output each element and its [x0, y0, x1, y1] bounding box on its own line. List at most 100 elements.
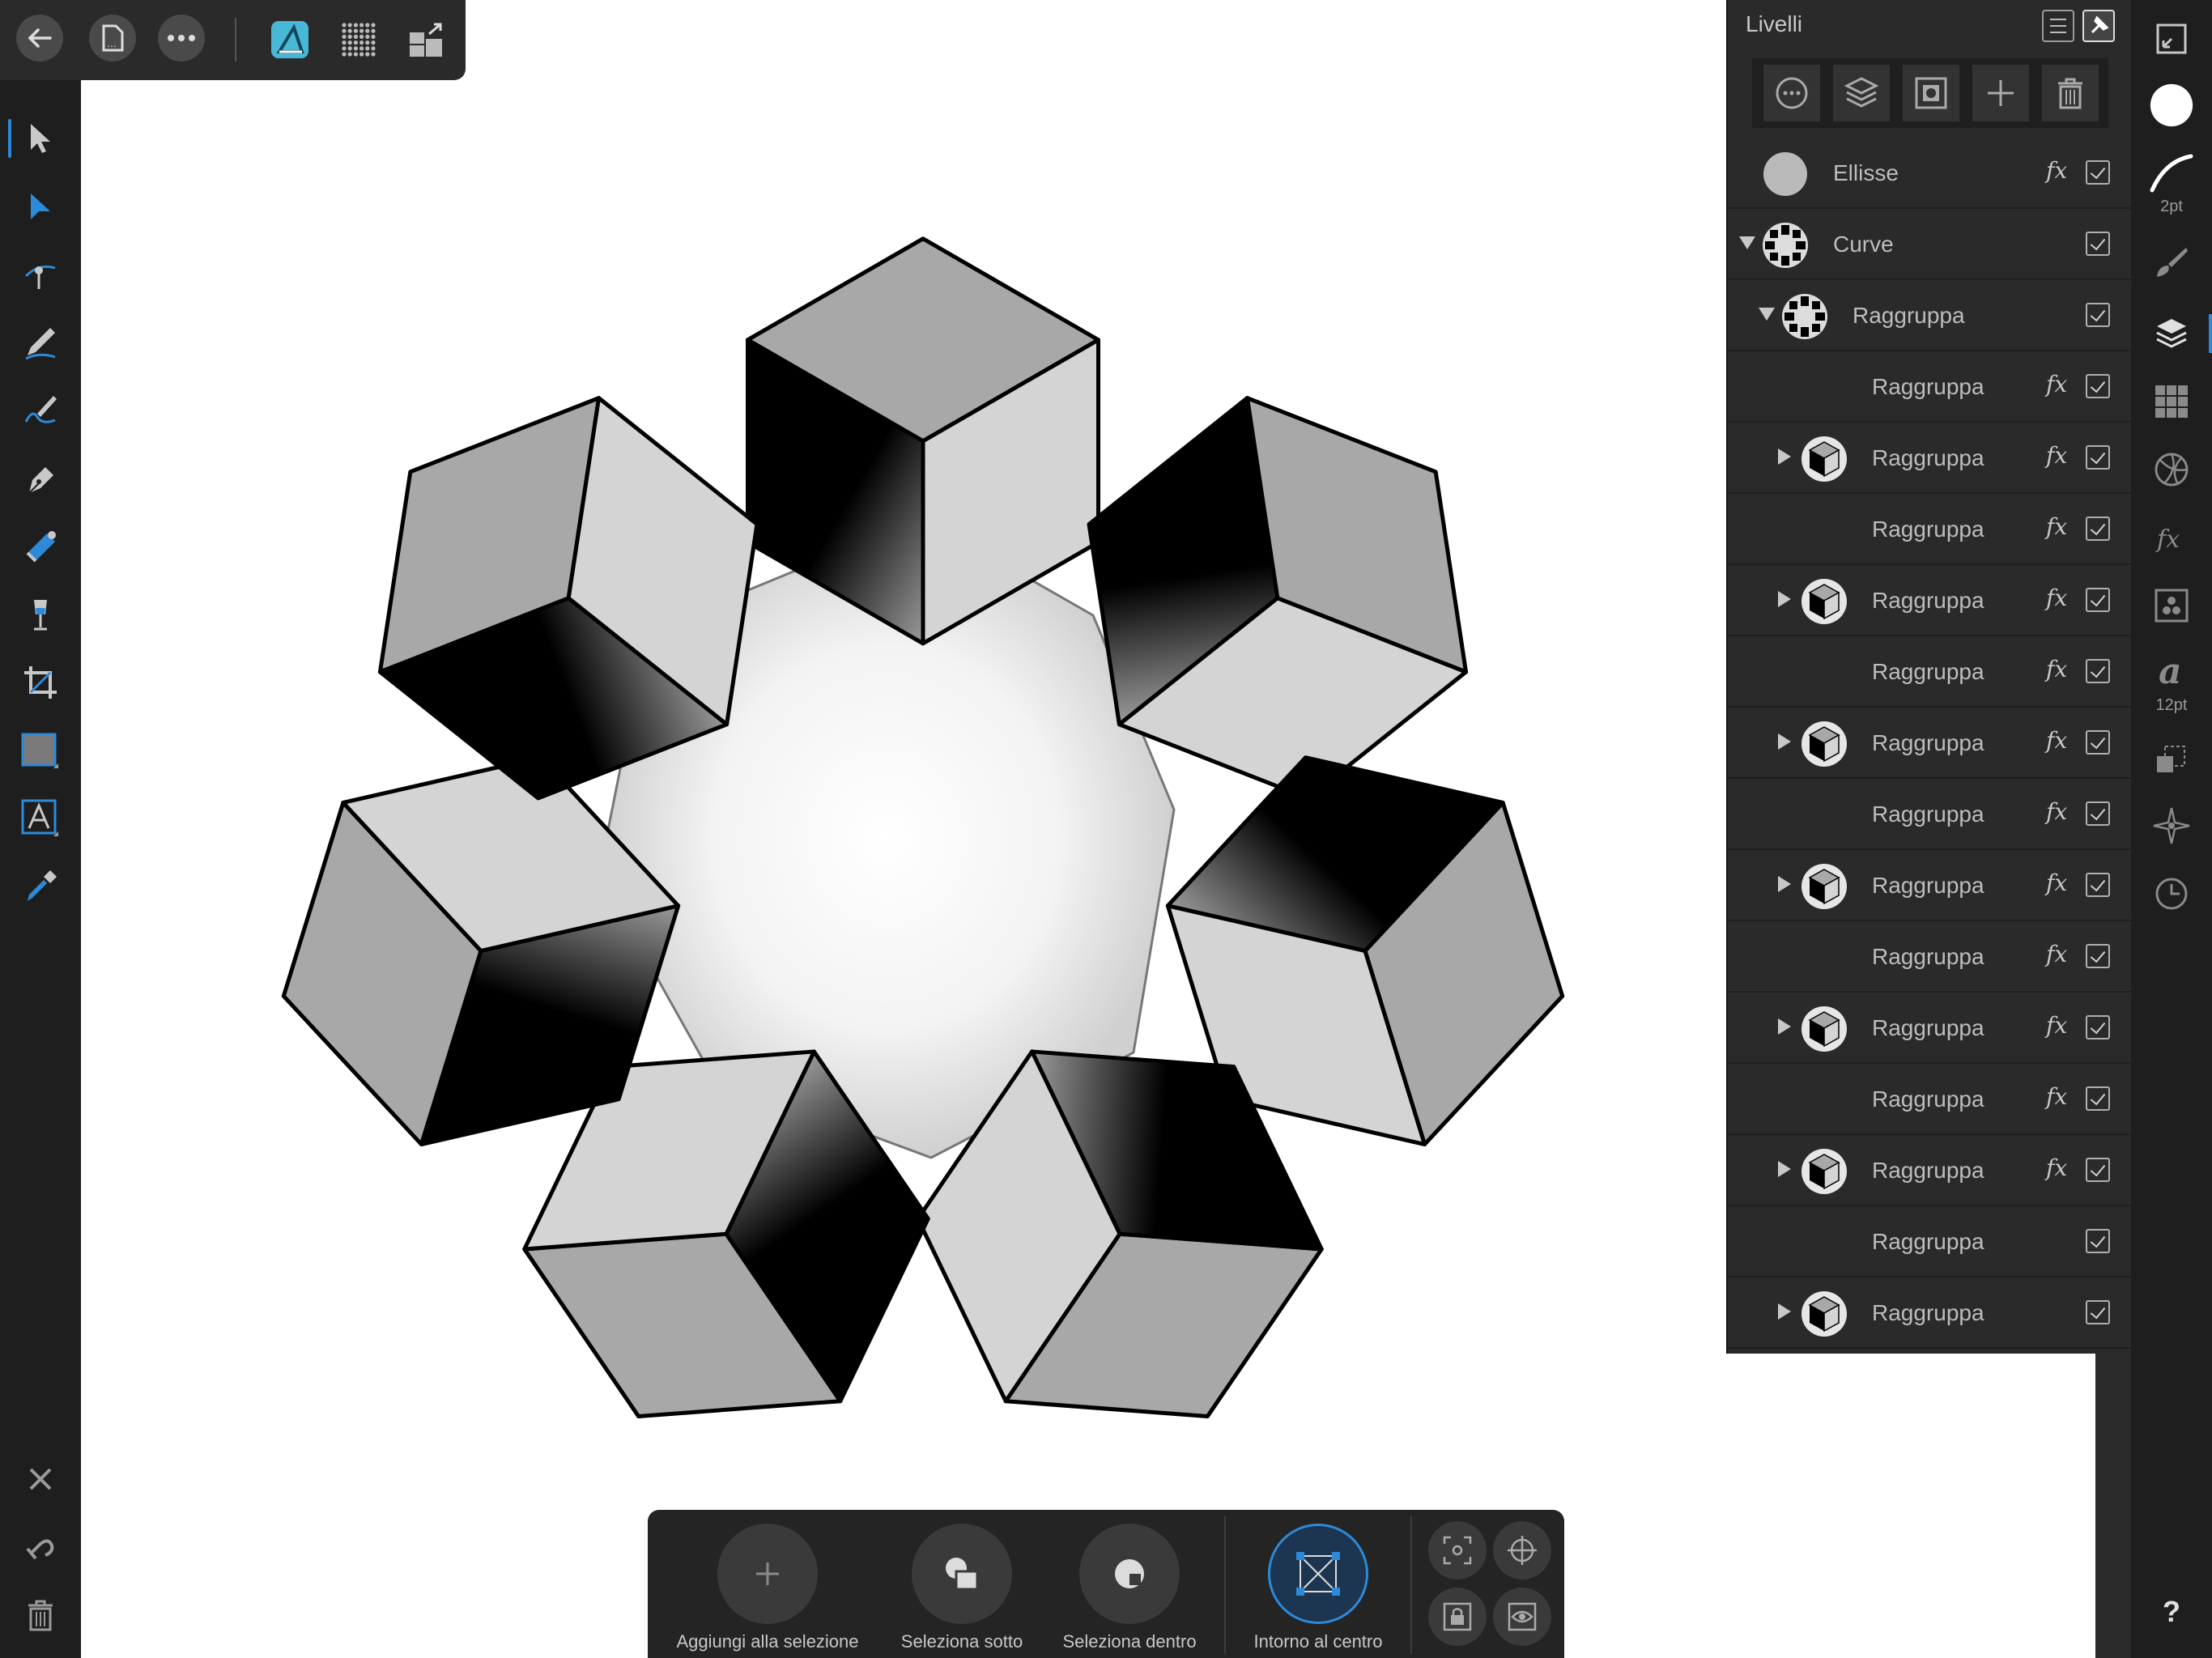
layer-row[interactable]: Raggruppa fx [1728, 636, 2133, 708]
layer-visibility-checkbox[interactable] [2086, 374, 2110, 398]
expand-triangle-icon[interactable] [1778, 591, 1791, 607]
fx-icon[interactable]: fx [2046, 371, 2067, 397]
expand-triangle-icon[interactable] [1778, 876, 1791, 892]
layer-row[interactable]: Raggruppa fx [1728, 1135, 2133, 1206]
pin-panel-button[interactable] [2082, 10, 2115, 42]
document-button[interactable]: … [89, 15, 136, 62]
panel-menu-button[interactable] [2042, 10, 2074, 42]
expand-triangle-icon[interactable] [1778, 1161, 1791, 1177]
fx-icon[interactable]: fx [2046, 941, 2067, 967]
layer-row[interactable]: Raggruppa fx [1728, 494, 2133, 565]
layer-visibility-checkbox[interactable] [2086, 1300, 2110, 1324]
layer-visibility-checkbox[interactable] [2086, 1015, 2110, 1039]
color-picker-tool-button[interactable] [18, 864, 63, 909]
pixel-persona-button[interactable] [334, 15, 384, 65]
layer-visibility-checkbox[interactable] [2086, 303, 2110, 327]
pencil-tool-button[interactable] [18, 320, 63, 365]
layer-visibility-checkbox[interactable] [2086, 944, 2110, 968]
expand-triangle-icon[interactable] [1778, 449, 1791, 465]
designer-persona-button[interactable] [265, 15, 315, 65]
select-inside-button[interactable] [1079, 1524, 1180, 1624]
history-button[interactable] [2149, 871, 2194, 916]
back-button[interactable] [16, 15, 63, 62]
symbols-button[interactable] [2149, 379, 2194, 424]
fill-color-well[interactable] [2149, 83, 2194, 128]
node-tool-button[interactable] [18, 184, 63, 229]
mask-layer-button[interactable] [1903, 65, 1959, 121]
export-persona-button[interactable] [401, 15, 451, 65]
delete-layer-button[interactable] [2042, 65, 2099, 121]
vector-brush-tool-button[interactable] [18, 388, 63, 433]
select-under-button[interactable] [912, 1524, 1012, 1624]
fx-icon[interactable]: fx [2046, 1154, 2067, 1181]
help-button[interactable]: ? [2131, 1595, 2212, 1629]
layer-row[interactable]: Raggruppa [1728, 280, 2133, 351]
add-layer-button[interactable] [1972, 65, 2029, 121]
layer-row[interactable]: Raggruppa fx [1728, 921, 2133, 993]
character-button[interactable]: a [2149, 648, 2194, 693]
fx-icon[interactable]: fx [2046, 442, 2067, 469]
rectangle-tool-button[interactable] [18, 728, 63, 773]
transform-around-center-button[interactable] [1268, 1524, 1368, 1624]
close-button[interactable] [18, 1456, 63, 1502]
fullscreen-button[interactable] [2149, 16, 2194, 62]
crosshair-button[interactable] [1493, 1521, 1551, 1579]
layer-options-button[interactable] [1763, 65, 1820, 121]
layer-visibility-checkbox[interactable] [2086, 517, 2110, 541]
fx-icon[interactable]: fx [2046, 157, 2067, 184]
layers-button[interactable] [2149, 311, 2194, 356]
brushes-button[interactable] [2149, 240, 2194, 285]
fx-icon[interactable]: fx [2046, 656, 2067, 682]
delete-button[interactable] [18, 1592, 63, 1638]
expand-triangle-icon[interactable] [1778, 1018, 1791, 1035]
collapse-triangle-icon[interactable] [1759, 308, 1775, 321]
layer-row[interactable]: Raggruppa fx [1728, 351, 2133, 423]
collapse-triangle-icon[interactable] [1739, 236, 1755, 249]
fx-icon[interactable]: fx [2046, 1012, 2067, 1039]
layer-row[interactable]: Raggruppa fx [1728, 779, 2133, 850]
layer-visibility-checkbox[interactable] [2086, 1158, 2110, 1182]
layer-row[interactable]: Raggruppa fx [1728, 565, 2133, 636]
snap-to-selection-button[interactable] [1428, 1521, 1487, 1579]
appearance-button[interactable] [2149, 447, 2194, 492]
preview-button[interactable] [1493, 1588, 1551, 1646]
fx-icon[interactable]: fx [2046, 869, 2067, 896]
stroke-button[interactable] [2149, 151, 2194, 196]
transform-button[interactable] [2149, 737, 2194, 782]
lock-children-button[interactable] [1428, 1588, 1487, 1646]
fx-icon[interactable]: fx [2046, 798, 2067, 825]
navigator-button[interactable] [2149, 803, 2194, 848]
layer-row[interactable]: Ellisse fx [1728, 138, 2133, 209]
fill-tool-button[interactable] [18, 524, 63, 569]
layer-row[interactable]: Raggruppa fx [1728, 708, 2133, 779]
layer-visibility-checkbox[interactable] [2086, 801, 2110, 826]
layer-visibility-checkbox[interactable] [2086, 1086, 2110, 1111]
pen-tool-button[interactable] [18, 456, 63, 501]
layer-row[interactable]: Raggruppa [1728, 1278, 2133, 1349]
layer-visibility-checkbox[interactable] [2086, 873, 2110, 897]
expand-triangle-icon[interactable] [1778, 1303, 1791, 1320]
layer-visibility-checkbox[interactable] [2086, 160, 2110, 185]
layer-visibility-checkbox[interactable] [2086, 232, 2110, 256]
layer-row[interactable]: Raggruppa fx [1728, 1064, 2133, 1135]
effects-button[interactable]: fx [2149, 515, 2194, 560]
add-to-selection-button[interactable] [717, 1524, 818, 1624]
layer-row[interactable]: Raggruppa fx [1728, 993, 2133, 1064]
layer-row[interactable]: Raggruppa [1728, 1206, 2133, 1278]
layer-visibility-checkbox[interactable] [2086, 1229, 2110, 1253]
layer-visibility-checkbox[interactable] [2086, 588, 2110, 612]
corner-tool-button[interactable] [18, 252, 63, 297]
fx-icon[interactable]: fx [2046, 727, 2067, 754]
layer-visibility-checkbox[interactable] [2086, 730, 2110, 755]
text-tool-button[interactable] [18, 796, 63, 841]
layer-blend-button[interactable] [1833, 65, 1890, 121]
fx-icon[interactable]: fx [2046, 585, 2067, 611]
fx-icon[interactable]: fx [2046, 1083, 2067, 1110]
fx-icon[interactable]: fx [2046, 513, 2067, 540]
more-button[interactable] [158, 15, 205, 62]
move-tool-button[interactable] [8, 116, 63, 161]
layer-visibility-checkbox[interactable] [2086, 445, 2110, 470]
transparency-tool-button[interactable] [18, 592, 63, 637]
layer-visibility-checkbox[interactable] [2086, 659, 2110, 683]
layer-row[interactable]: Curve [1728, 209, 2133, 280]
